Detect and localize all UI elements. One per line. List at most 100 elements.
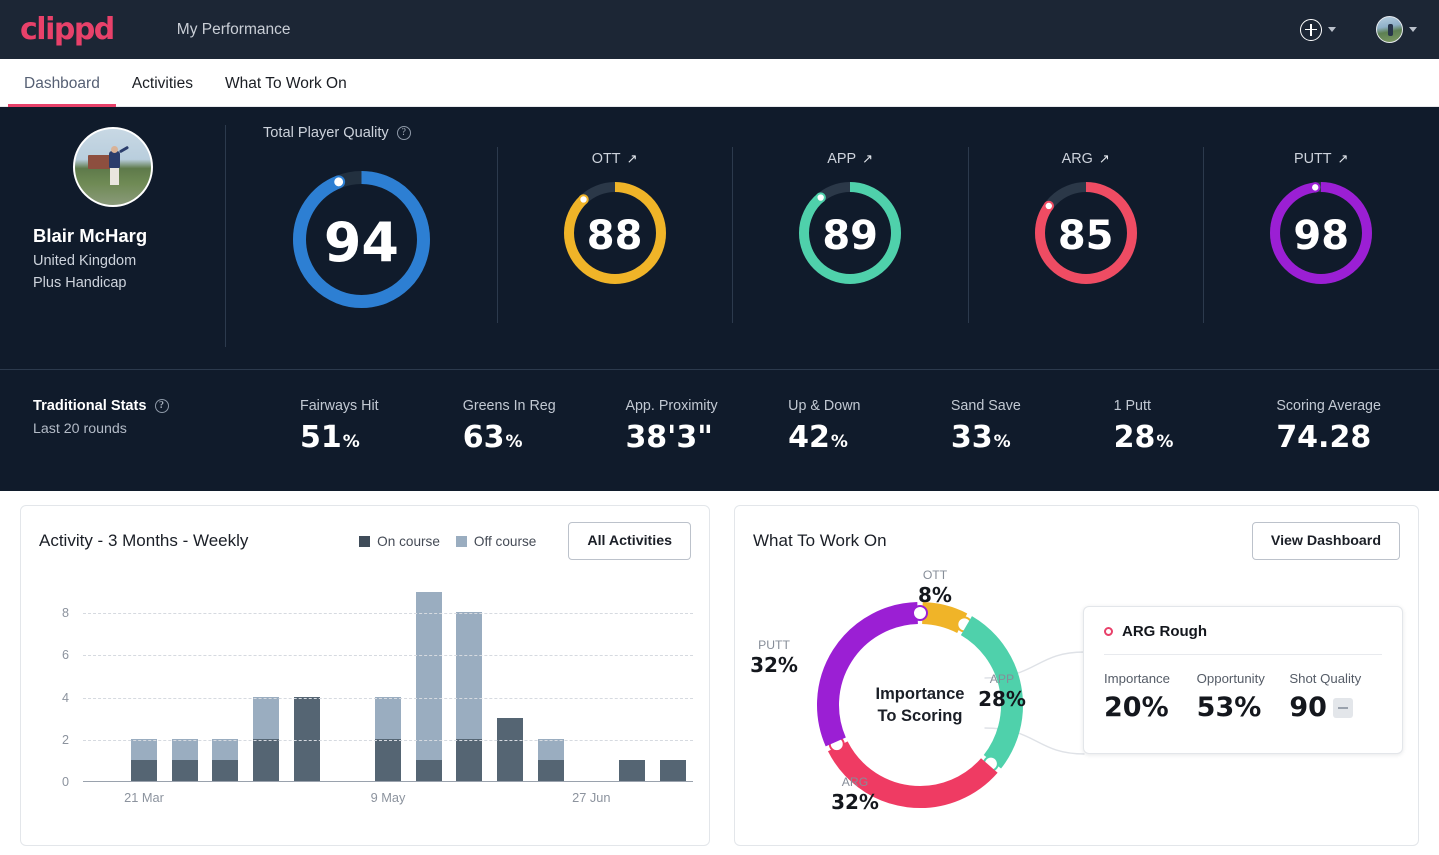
ring-gauge[interactable]: 98 (1264, 176, 1378, 295)
ring-label-putt: PUTT ↗ (1294, 151, 1348, 167)
donut-handle-putt[interactable] (912, 605, 928, 621)
y-axis-tick: 0 (61, 775, 69, 789)
bar-segment-on-course (537, 759, 564, 781)
legend-item-on-course: On course (359, 534, 440, 549)
bar-segment-off-course (375, 696, 402, 739)
bar-column[interactable] (449, 592, 490, 781)
bar-segment-off-course (537, 738, 564, 760)
quality-rings: 94 OTT ↗ 88 APP ↗ 89 ARG ↗ 85 PUTT ↗ 98 (226, 107, 1439, 365)
bar-column[interactable] (490, 592, 531, 781)
ring-gauge[interactable]: 85 (1029, 176, 1143, 295)
avatar[interactable] (1376, 16, 1403, 43)
ring-label-arg: ARG ↗ (1062, 151, 1110, 167)
stat-app-proximity: App. Proximity 38'3" (625, 398, 788, 455)
bar-stack (537, 592, 564, 781)
bar-column[interactable] (530, 592, 571, 781)
stat-name: Fairways Hit (300, 398, 379, 414)
activity-card: Activity - 3 Months - Weekly On course O… (20, 505, 710, 846)
wtwo-card-header: What To Work On View Dashboard (735, 506, 1418, 560)
bar-stack (253, 592, 280, 781)
bar-segment-on-course (659, 759, 686, 781)
app-section-title: My Performance (176, 20, 291, 38)
bar-segment-on-course (497, 717, 524, 781)
stat-value: 42% (788, 420, 848, 455)
chevron-down-icon-add[interactable] (1328, 27, 1336, 32)
grid-line (83, 697, 693, 699)
grid-line (83, 655, 693, 657)
ring-value: 98 (1293, 212, 1350, 259)
bar-segment-off-course (456, 612, 483, 739)
ring-arg: ARG ↗ 85 (967, 107, 1204, 323)
top-bar-actions (1300, 0, 1417, 59)
bar-column[interactable] (246, 592, 287, 781)
activity-card-title: Activity - 3 Months - Weekly (39, 531, 249, 550)
bar-stack (497, 592, 524, 781)
bar-stack (90, 592, 116, 781)
stat-name: App. Proximity (625, 398, 718, 414)
donut-segment-putt[interactable] (817, 602, 919, 747)
bar-stack (456, 592, 483, 781)
chart-plot-area (83, 592, 693, 782)
tab-what-to-work-on[interactable]: What To Work On (209, 75, 363, 106)
activity-legend: On course Off course (359, 534, 536, 549)
view-dashboard-button[interactable]: View Dashboard (1251, 522, 1400, 560)
stat-name: 1 Putt (1113, 398, 1151, 414)
grid-line (83, 739, 693, 741)
bar-column[interactable] (83, 592, 124, 781)
donut-segment-app[interactable] (960, 616, 1023, 769)
bar-column[interactable] (327, 592, 368, 781)
bar-column[interactable] (368, 592, 409, 781)
bar-column[interactable] (286, 592, 327, 781)
question-mark-icon-stats[interactable]: ? (154, 399, 169, 413)
chevron-down-icon-profile[interactable] (1409, 27, 1417, 32)
metric-shot-quality-value: 90 (1289, 692, 1327, 723)
bar-column[interactable] (205, 592, 246, 781)
bar-stack (293, 592, 320, 781)
stat-scoring-average: Scoring Average 74.28 (1276, 398, 1439, 455)
donut-segment-arg[interactable] (827, 741, 998, 808)
what-to-work-on-card: What To Work On View Dashboard Importanc… (734, 505, 1419, 846)
bar-column[interactable] (164, 592, 205, 781)
ring-label-text: APP (827, 151, 857, 167)
legend-label-on-course: On course (377, 533, 440, 549)
bar-column[interactable] (571, 592, 612, 781)
bar-stack (578, 592, 604, 781)
metric-opportunity-value: 53% (1196, 692, 1262, 723)
trend-up-arrow-icon: ↗ (1098, 151, 1110, 166)
bar-column[interactable] (124, 592, 165, 781)
dash-badge-icon (1332, 697, 1353, 718)
all-activities-button[interactable]: All Activities (568, 522, 691, 560)
ring-gauge[interactable]: 94 (287, 165, 436, 319)
activity-bar-chart: 0 2 4 6 8 21 Mar 9 May 27 Jun (31, 582, 701, 817)
bar-column[interactable] (408, 592, 449, 781)
bar-column[interactable] (652, 592, 693, 781)
tab-dashboard[interactable]: Dashboard (8, 75, 116, 107)
bar-segment-off-course (171, 738, 198, 760)
ring-gauge[interactable]: 88 (558, 176, 672, 295)
ring-separator (967, 147, 969, 323)
donut-segment-ott[interactable] (921, 602, 968, 634)
stat-value: 28% (1113, 420, 1174, 455)
detail-panel-title: ARG Rough (1122, 623, 1207, 640)
clippd-logo[interactable]: clippd (20, 14, 115, 45)
metric-opportunity-label: Opportunity (1196, 671, 1265, 686)
bar-stack (212, 592, 239, 781)
wtwo-body: Importance To Scoring OTT 8% APP 28% ARG… (735, 560, 1418, 850)
ring-gauge[interactable]: 89 (793, 176, 907, 295)
bar-stack (334, 592, 360, 781)
bar-column[interactable] (612, 592, 653, 781)
donut-svg[interactable] (795, 580, 1045, 830)
stat-1-putt: 1 Putt 28% (1114, 398, 1277, 455)
tab-activities[interactable]: Activities (116, 75, 209, 106)
trend-up-arrow-icon: ↗ (862, 151, 873, 166)
stat-greens-in-reg: Greens In Reg 63% (463, 398, 626, 455)
ring-label-text: ARG (1061, 151, 1093, 167)
ring-label-text: PUTT (1293, 151, 1332, 167)
trend-up-arrow-icon: ↗ (626, 151, 638, 166)
detail-panel-title-row: ARG Rough (1104, 623, 1382, 655)
add-plus-icon[interactable] (1300, 18, 1322, 41)
ring-value: 88 (586, 212, 643, 259)
player-name: Blair McHarg (33, 225, 148, 246)
ring-label-app: APP ↗ (827, 151, 873, 167)
player-avatar[interactable] (72, 127, 153, 207)
